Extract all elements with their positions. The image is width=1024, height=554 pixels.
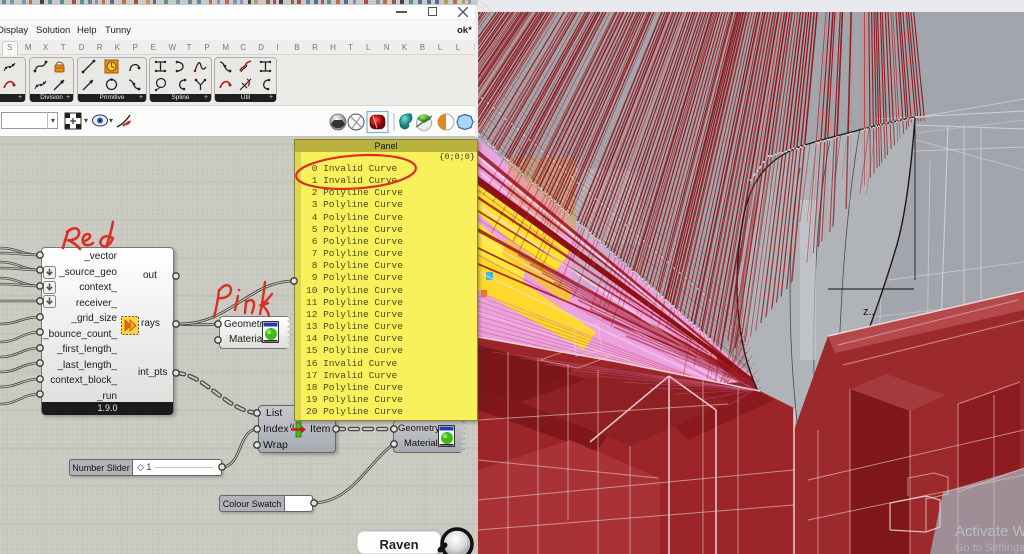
- svg-text:Activate Win: Activate Win: [955, 523, 1024, 540]
- svg-text:z..: z..: [863, 306, 875, 318]
- svg-text:Go to Settings t: Go to Settings t: [955, 542, 1024, 554]
